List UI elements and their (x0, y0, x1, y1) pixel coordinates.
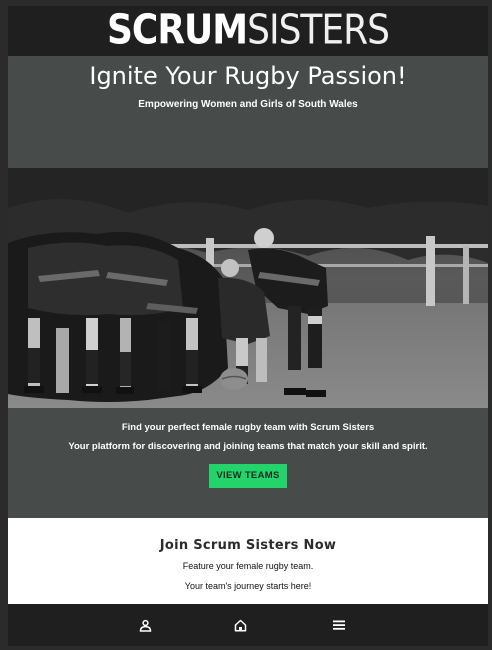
join-section: Join Scrum Sisters Now Feature your fema… (8, 518, 488, 604)
profile-nav-button[interactable] (125, 604, 165, 646)
menu-icon (333, 620, 345, 630)
hero-title: Ignite Your Rugby Passion! (89, 62, 407, 90)
view-teams-button[interactable]: VIEW TEAMS (209, 464, 287, 488)
join-title: Join Scrum Sisters Now (159, 538, 337, 553)
bottom-nav (8, 604, 488, 646)
hero-photo (8, 168, 488, 408)
menu-nav-button[interactable] (319, 604, 359, 646)
rugby-scrum-image (8, 168, 488, 408)
home-nav-button[interactable] (220, 604, 260, 646)
join-text-2: Your team's journey starts here! (184, 581, 312, 591)
logo-sisters: SISTERS (247, 6, 390, 54)
home-icon (234, 619, 246, 632)
logo-scrum: SCRUM (106, 6, 248, 54)
cta-headline: Find your perfect female rugby team with… (121, 422, 375, 433)
cta-description: Your platform for discovering and joinin… (68, 441, 428, 452)
cta-section: Find your perfect female rugby team with… (8, 408, 488, 518)
join-text-1: Feature your female rugby team. (182, 561, 314, 571)
hero-subtitle: Empowering Women and Girls of South Wale… (138, 99, 358, 110)
user-icon (139, 619, 151, 632)
hero-section: Ignite Your Rugby Passion! Empowering Wo… (8, 56, 488, 168)
page-frame: SCRUMSISTERS Ignite Your Rugby Passion! … (8, 6, 488, 646)
site-logo[interactable]: SCRUMSISTERS (106, 6, 390, 54)
top-bar: SCRUMSISTERS (8, 6, 488, 56)
